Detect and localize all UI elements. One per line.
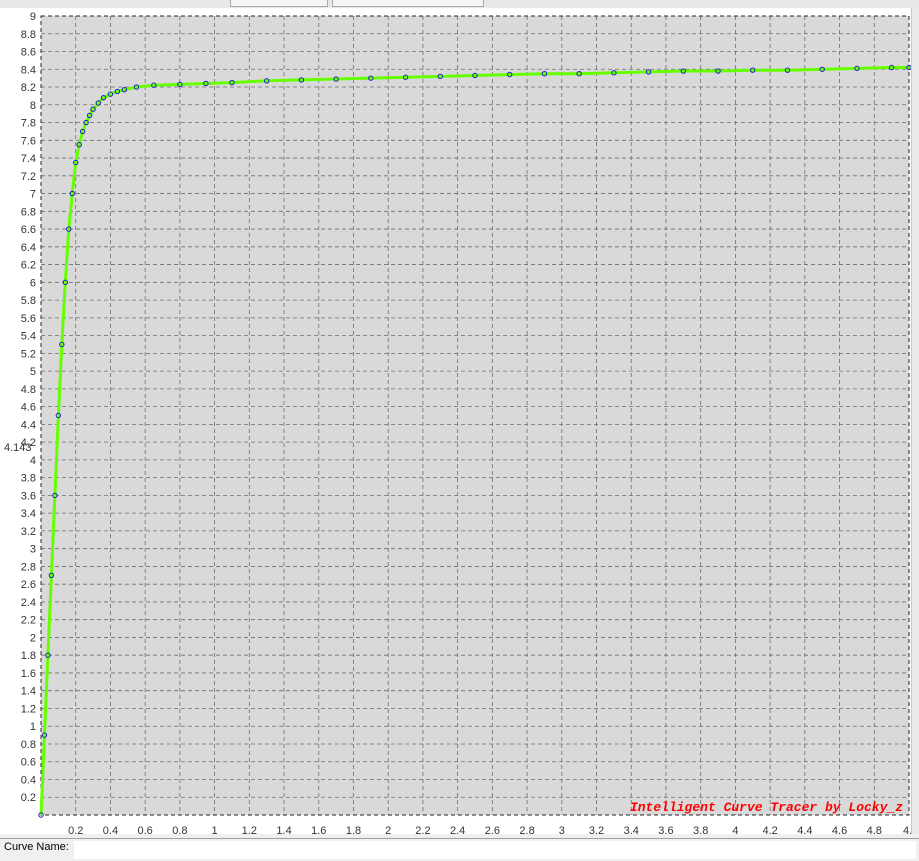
y-tick-label: 1.2 — [21, 703, 36, 715]
x-tick-label: 2.2 — [415, 825, 430, 834]
vertical-scrollbar[interactable] — [911, 8, 919, 834]
x-tick-label: 2 — [385, 825, 391, 834]
y-tick-label: 2.4 — [21, 597, 36, 609]
y-tick-label: 7.8 — [21, 118, 36, 130]
x-tick-label: 3.4 — [624, 825, 639, 834]
x-tick-label: 4 — [732, 825, 738, 834]
y-tick-label: 8.6 — [21, 47, 36, 59]
chart-area: 0.2 0.4 0.6 0.8 1 1.2 1.4 1.6 1.8 2 2.2 2.4 2.6 2.8 3 3… — [0, 8, 919, 834]
watermark-text: Intelligent Curve Tracer by Locky_z — [630, 800, 903, 815]
y-tick-label: 2.6 — [21, 579, 36, 591]
y-tick-label: 6.4 — [21, 242, 36, 254]
y-tick-label: 4.4 — [21, 419, 36, 431]
y-tick-label: 8.4 — [21, 64, 36, 76]
y-tick-label: 8.8 — [21, 29, 36, 41]
y-tick-label: 8 — [30, 100, 36, 112]
y-tick-label: 7.6 — [21, 135, 36, 147]
y-tick-label: 5.2 — [21, 348, 36, 360]
y-tick-label: 0.2 — [21, 792, 36, 804]
cursor-y-readout: 4.143 — [4, 442, 32, 454]
y-tick-label: 6 — [30, 277, 36, 289]
x-tick-label: 3.2 — [589, 825, 604, 834]
y-tick-label: 0.6 — [21, 757, 36, 769]
y-tick-label: 1.8 — [21, 650, 36, 662]
y-tick-label: 0.8 — [21, 739, 36, 751]
tab-stub[interactable] — [230, 0, 328, 7]
y-tick-label: 5.6 — [21, 313, 36, 325]
y-tick-label: 4.6 — [21, 402, 36, 414]
x-tick-label: 1.4 — [276, 825, 291, 834]
y-tick-label: 3.8 — [21, 473, 36, 485]
x-tick-label: 0.8 — [172, 825, 187, 834]
x-tick-label: 2.6 — [485, 825, 500, 834]
y-tick-label: 1 — [30, 721, 36, 733]
y-tick-label: 4.8 — [21, 384, 36, 396]
x-tick-label: 1 — [212, 825, 218, 834]
y-tick-label: 2 — [30, 632, 36, 644]
x-tick-label: 1.6 — [311, 825, 326, 834]
curve-name-label: Curve Name: — [4, 841, 69, 853]
x-tick-label: 1.8 — [346, 825, 361, 834]
status-bar: Curve Name: — [0, 838, 919, 861]
y-tick-label: 6.2 — [21, 260, 36, 272]
x-tick-label: 2.4 — [450, 825, 465, 834]
x-tick-label: 3 — [559, 825, 565, 834]
x-tick-label: 0.6 — [138, 825, 153, 834]
curve-chart[interactable]: 0.2 0.4 0.6 0.8 1 1.2 1.4 1.6 1.8 2 2.2 2.4 2.6 2.8 3 3… — [0, 8, 911, 834]
x-tick-label: 1.2 — [242, 825, 257, 834]
y-tick-label: 8.2 — [21, 82, 36, 94]
y-tick-label: 7 — [30, 189, 36, 201]
y-tick-label: 3.2 — [21, 526, 36, 538]
y-tick-label: 6.6 — [21, 224, 36, 236]
y-tick-label: 0.4 — [21, 774, 36, 786]
y-tick-label: 3.4 — [21, 508, 36, 520]
x-tick-label: 2.8 — [519, 825, 534, 834]
x-tick-label: 3.6 — [658, 825, 673, 834]
cursor-x-readout: 4.9 — [903, 825, 911, 834]
x-tick-label: 4.2 — [762, 825, 777, 834]
y-tick-label: 5.4 — [21, 331, 36, 343]
y-tick-label: 7.4 — [21, 153, 36, 165]
y-tick-label: 5.8 — [21, 295, 36, 307]
tab-stub[interactable] — [332, 0, 484, 7]
y-tick-label: 6.8 — [21, 206, 36, 218]
y-tick-label: 4 — [30, 455, 36, 467]
plot-background — [41, 16, 909, 815]
x-tick-label: 0.4 — [103, 825, 118, 834]
x-tick-label: 3.8 — [693, 825, 708, 834]
y-tick-label: 9 — [30, 11, 36, 23]
y-tick-label: 2.8 — [21, 561, 36, 573]
y-tick-label: 1.6 — [21, 668, 36, 680]
y-tick-label: 2.2 — [21, 615, 36, 627]
y-tick-label: 1.4 — [21, 686, 36, 698]
x-tick-label: 0.2 — [68, 825, 83, 834]
x-tick-label: 4.8 — [867, 825, 882, 834]
x-tick-label: 4.6 — [832, 825, 847, 834]
y-tick-label: 3 — [30, 544, 36, 556]
window-top-strip — [0, 0, 919, 8]
y-tick-label: 3.6 — [21, 490, 36, 502]
y-tick-label: 7.2 — [21, 171, 36, 183]
x-tick-label: 4.4 — [797, 825, 812, 834]
y-tick-label: 5 — [30, 366, 36, 378]
curve-name-field[interactable] — [74, 841, 916, 859]
